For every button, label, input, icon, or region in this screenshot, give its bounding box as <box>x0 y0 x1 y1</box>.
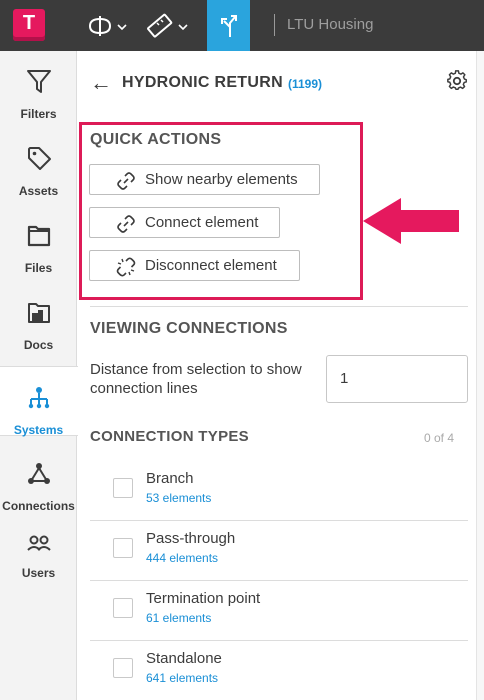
systems-icon <box>220 14 237 37</box>
viewing-connections-heading: VIEWING CONNECTIONS <box>90 320 288 337</box>
sidebar-item-label: Filters <box>20 107 57 121</box>
show-nearby-elements-button[interactable]: Show nearby elements <box>89 164 320 195</box>
sidebar-item-label: Systems <box>13 423 64 437</box>
viewer-edge <box>476 51 484 700</box>
gear-icon <box>447 70 467 91</box>
list-item[interactable]: Termination point 61 elements <box>90 581 468 641</box>
sidebar-item-label: Users <box>21 566 56 580</box>
top-toolbar: T LTU Housing <box>0 0 484 51</box>
connect-element-button[interactable]: Connect element <box>89 207 280 238</box>
branch-checkbox[interactable] <box>113 478 133 498</box>
measure-button[interactable] <box>143 0 193 51</box>
left-sidebar: Filters Assets Files Docs Systems Connec… <box>0 51 78 700</box>
building-folder-icon <box>27 303 50 323</box>
quick-actions-heading: QUICK ACTIONS <box>90 131 222 148</box>
app-logo[interactable]: T <box>13 9 45 41</box>
toolbar-divider <box>274 14 275 36</box>
divider <box>90 306 468 307</box>
connection-type-count[interactable]: 641 elements <box>146 671 218 685</box>
section-plane-button[interactable] <box>86 0 132 51</box>
connection-type-count[interactable]: 444 elements <box>146 551 218 565</box>
list-item[interactable]: Standalone 641 elements <box>90 641 468 700</box>
connection-type-name: Termination point <box>146 590 261 607</box>
list-item[interactable]: Pass-through 444 elements <box>90 521 468 581</box>
connection-type-name: Pass-through <box>146 530 236 547</box>
filter-icon <box>26 70 51 93</box>
connections-icon <box>27 463 50 484</box>
sidebar-item-filters[interactable]: Filters <box>0 51 77 121</box>
disconnect-element-button[interactable]: Disconnect element <box>89 250 300 281</box>
back-button[interactable]: ← <box>90 72 112 94</box>
sidebar-item-label: Docs <box>23 338 54 352</box>
sidebar-item-label: Connections <box>2 499 75 513</box>
users-icon <box>26 535 51 551</box>
measure-icon <box>147 13 188 37</box>
sidebar-item-files[interactable]: Files <box>0 205 77 275</box>
sidebar-item-docs[interactable]: Docs <box>0 282 77 352</box>
tag-icon <box>27 147 51 170</box>
sidebar-item-label: Assets <box>18 184 59 198</box>
project-name: LTU Housing <box>287 16 374 33</box>
distance-input[interactable]: 1 <box>326 355 468 403</box>
sidebar-item-users[interactable]: Users <box>0 516 77 586</box>
connection-type-count[interactable]: 53 elements <box>146 491 211 505</box>
sidebar-item-systems[interactable]: Systems <box>0 366 78 437</box>
list-item[interactable]: Branch 53 elements <box>90 461 468 521</box>
sidebar-item-assets[interactable]: Assets <box>0 128 77 198</box>
sidebar-item-connections[interactable]: Connections <box>0 443 77 513</box>
settings-button[interactable] <box>446 70 468 97</box>
unlink-icon <box>116 257 136 277</box>
systems-tree-icon <box>28 387 49 409</box>
standalone-checkbox[interactable] <box>113 658 133 678</box>
pass-through-checkbox[interactable] <box>113 538 133 558</box>
callout-arrow-icon <box>363 198 459 244</box>
link-icon <box>117 172 135 190</box>
sidebar-item-label: Files <box>24 261 53 275</box>
section-plane-icon <box>88 15 127 36</box>
connection-type-name: Branch <box>146 470 194 487</box>
link-icon <box>117 215 135 233</box>
folder-icon <box>27 225 50 247</box>
system-title: HYDRONIC RETURN <box>122 74 283 91</box>
connection-types-heading: CONNECTION TYPES <box>90 428 249 445</box>
connection-type-count[interactable]: 61 elements <box>146 611 211 625</box>
systems-toolbar-button[interactable] <box>207 0 250 51</box>
connection-type-name: Standalone <box>146 650 222 667</box>
distance-label: Distance from selection to show connecti… <box>90 361 302 397</box>
element-count: (1199) <box>288 77 323 91</box>
connection-types-count: 0 of 4 <box>424 431 455 445</box>
termination-point-checkbox[interactable] <box>113 598 133 618</box>
